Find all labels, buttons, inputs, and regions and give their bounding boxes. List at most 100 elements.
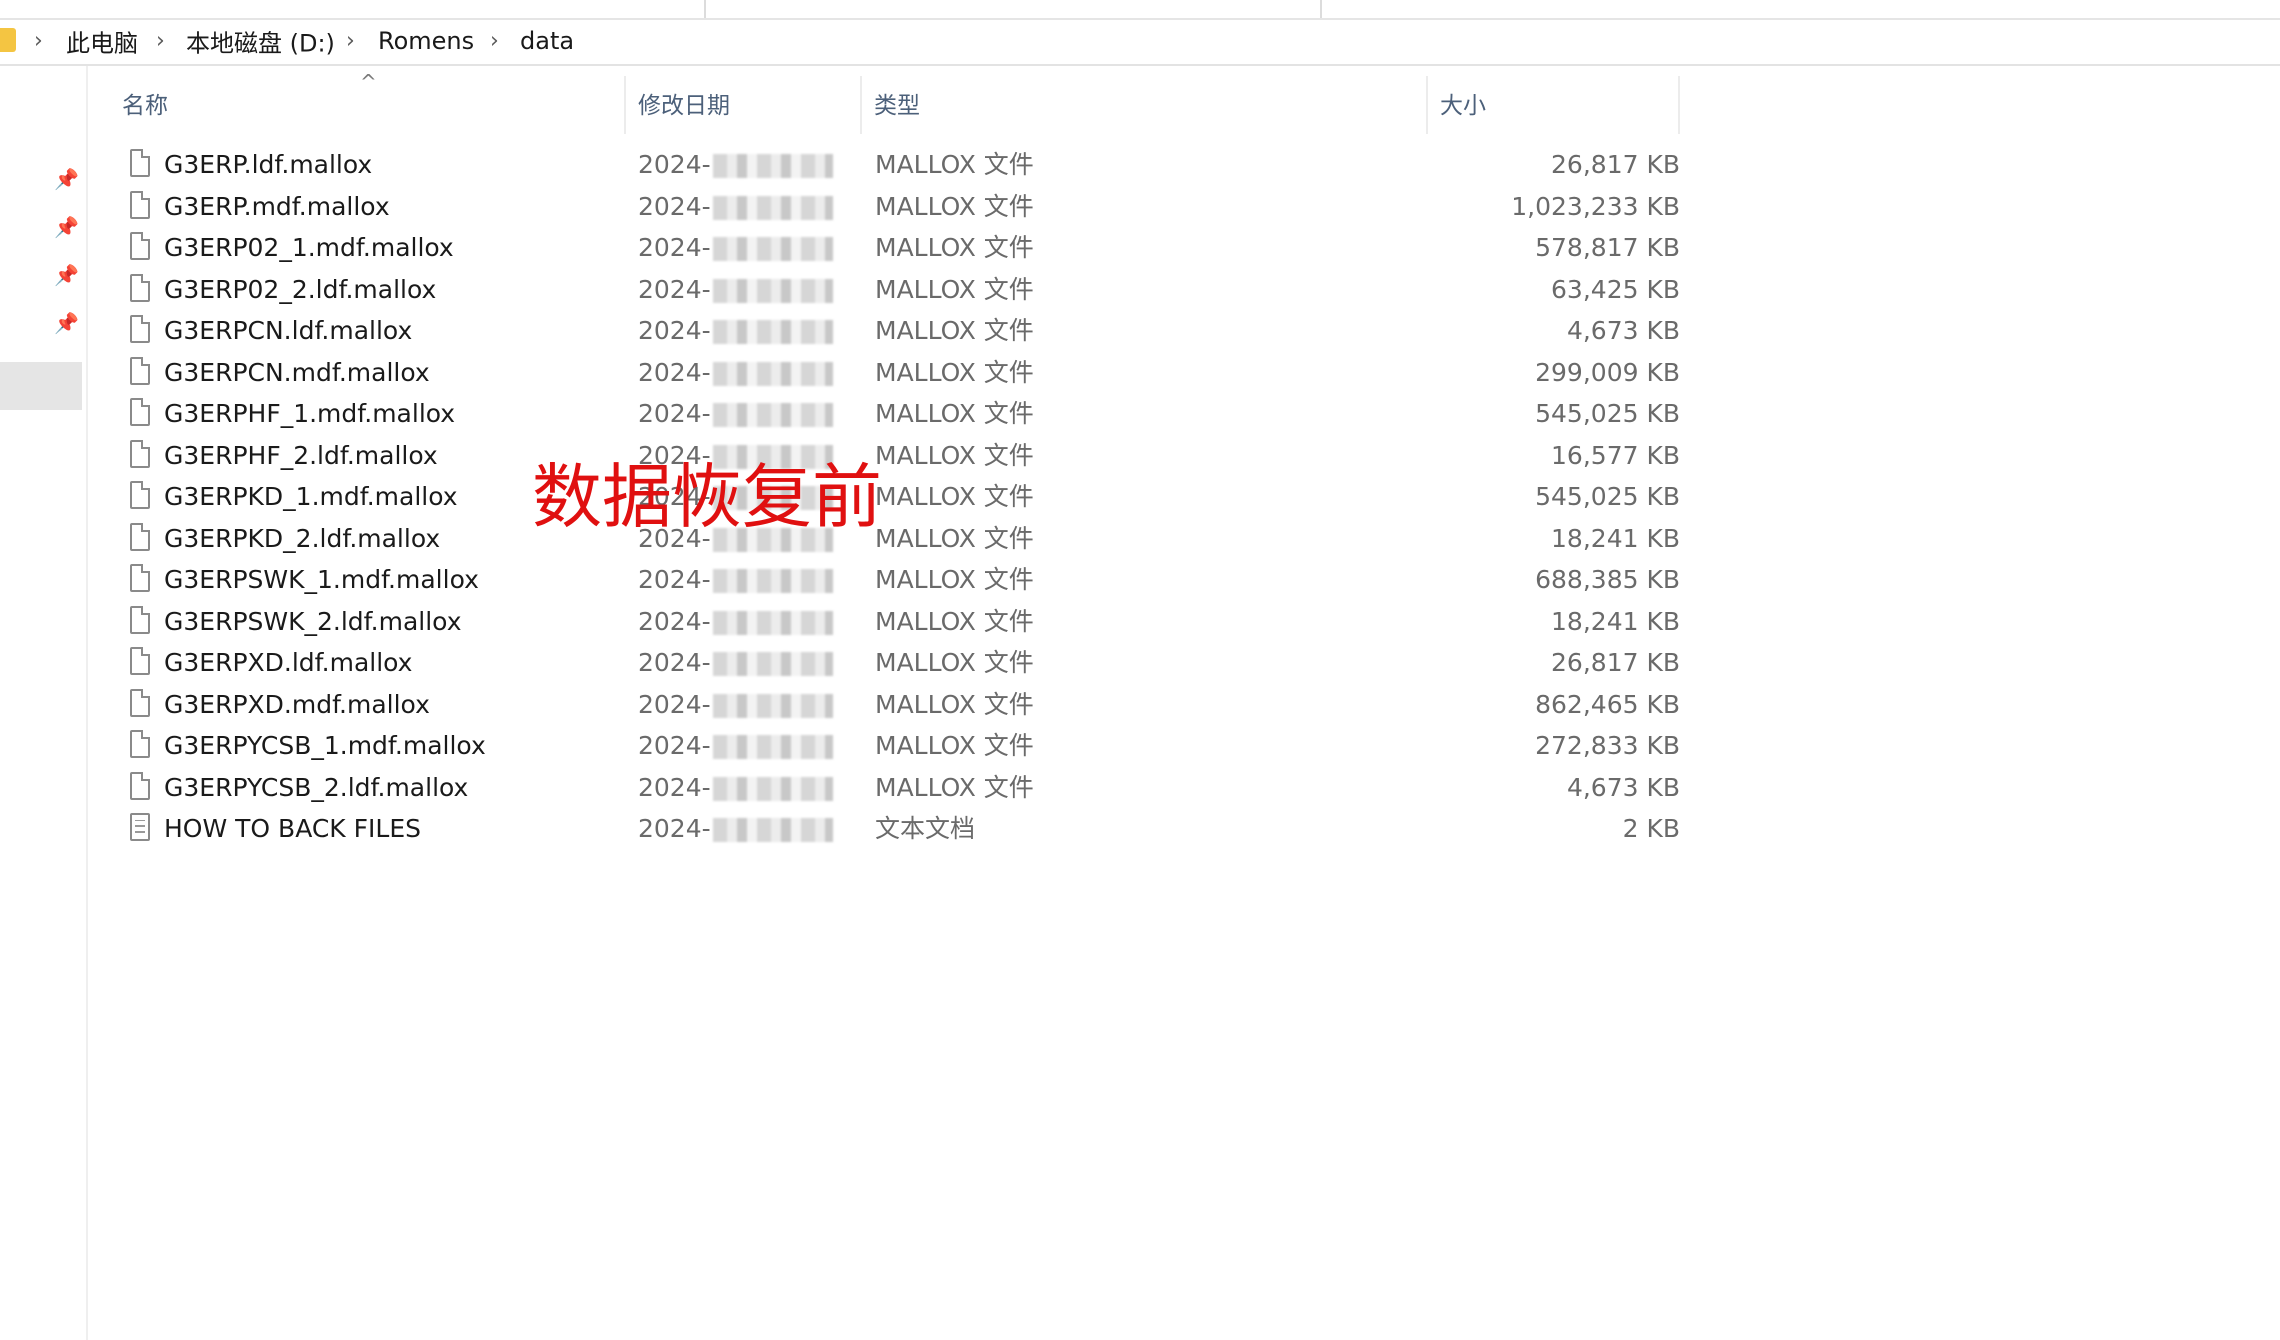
breadcrumb-romens[interactable]: Romens <box>378 27 474 55</box>
file-size: 578,817 KB <box>1535 233 1680 262</box>
address-bar[interactable] <box>0 18 2280 66</box>
file-row[interactable]: G3ERPCN.ldf.mallox 2024- MALLOX 文件 4,673 KB <box>120 310 1680 351</box>
file-row[interactable]: G3ERPYCSB_1.mdf.mallox 2024- MALLOX 文件 272,… <box>120 725 1680 766</box>
file-row[interactable]: G3ERPCN.mdf.mallox 2024- MALLOX 文件 299,009 … <box>120 352 1680 393</box>
file-name[interactable]: G3ERPSWK_2.ldf.mallox <box>164 601 462 642</box>
pin-icon[interactable]: 📌 <box>54 264 79 286</box>
file-row[interactable]: G3ERP02_1.mdf.mallox 2024- MALLOX 文件 578,81… <box>120 227 1680 268</box>
file-icon <box>130 232 150 260</box>
file-name[interactable]: G3ERPCN.mdf.mallox <box>164 352 430 393</box>
pin-icon[interactable]: 📌 <box>54 312 79 334</box>
file-name[interactable]: G3ERPKD_1.mdf.mallox <box>164 476 458 517</box>
column-header-name-label: 名称 <box>122 93 168 119</box>
file-name[interactable]: G3ERPCN.ldf.mallox <box>164 310 412 351</box>
file-name[interactable]: G3ERP02_2.ldf.mallox <box>164 269 436 310</box>
file-name[interactable]: G3ERPXD.mdf.mallox <box>164 684 430 725</box>
file-size: 299,009 KB <box>1535 357 1680 387</box>
file-name[interactable]: G3ERPSWK_1.mdf.mallox <box>164 559 479 600</box>
file-date-text: 2024- <box>638 274 711 304</box>
selected-nav-item[interactable] <box>0 362 82 410</box>
file-row[interactable]: G3ERPXD.ldf.mallox 2024- MALLOX 文件 26,817 K… <box>120 642 1680 683</box>
column-header-size[interactable]: 大小 <box>1440 72 1680 134</box>
file-name[interactable]: G3ERP02_1.mdf.mallox <box>164 227 454 268</box>
file-date-text: 2024- <box>638 150 711 179</box>
file-icon <box>130 688 150 717</box>
title-bar-divider <box>704 0 706 18</box>
file-row[interactable]: G3ERP02_2.ldf.mallox 2024- MALLOX 文件 63,425… <box>120 269 1680 310</box>
file-name[interactable]: HOW TO BACK FILES <box>164 808 421 849</box>
pin-icon[interactable]: 📌 <box>54 216 79 238</box>
file-icon <box>130 605 150 634</box>
file-date-text: 2024- <box>638 814 711 843</box>
file-name[interactable]: G3ERP.ldf.mallox <box>164 144 372 185</box>
file-type: MALLOX 文件 <box>875 440 1034 470</box>
file-row[interactable]: G3ERPXD.mdf.mallox 2024- MALLOX 文件 862,465 … <box>120 684 1680 725</box>
pin-icon[interactable]: 📌 <box>54 168 79 190</box>
column-header-name[interactable]: 名称 <box>122 72 622 134</box>
file-row[interactable]: G3ERPHF_2.ldf.mallox 2024- MALLOX 文件 16,577… <box>120 435 1680 476</box>
file-icon <box>130 149 150 177</box>
file-icon <box>130 315 150 343</box>
file-date: 2024- <box>638 393 833 434</box>
navigation-pane[interactable]: 📌 📌 📌 📌 <box>0 66 88 1340</box>
text-document-icon <box>130 813 150 841</box>
file-name[interactable]: G3ERPHF_1.mdf.mallox <box>164 393 455 434</box>
file-row[interactable]: G3ERPKD_2.ldf.mallox 2024- MALLOX 文件 18,241… <box>120 518 1680 559</box>
file-type: MALLOX 文件 <box>875 565 1034 594</box>
redacted-date-mosaic <box>712 403 833 427</box>
file-name[interactable]: G3ERPHF_2.ldf.mallox <box>164 435 438 476</box>
chevron-right-icon[interactable]: › <box>346 29 355 54</box>
file-name[interactable]: G3ERPYCSB_2.ldf.mallox <box>164 767 468 808</box>
breadcrumb-local-disk[interactable]: 本地磁盘 (D:) <box>186 24 335 59</box>
redacted-date-mosaic <box>712 278 833 303</box>
redacted-date-mosaic <box>712 320 833 344</box>
file-row[interactable]: G3ERPSWK_1.mdf.mallox 2024- MALLOX 文件 688,3… <box>120 559 1680 600</box>
chevron-right-icon[interactable]: › <box>156 29 165 54</box>
overlay-caption: 数据恢复前 <box>532 456 882 538</box>
file-icon <box>130 439 150 468</box>
file-row[interactable]: G3ERPHF_1.mdf.mallox 2024- MALLOX 文件 545,02… <box>120 393 1680 434</box>
file-row[interactable]: G3ERP.mdf.mallox 2024- MALLOX 文件 1,023,233 … <box>120 186 1680 227</box>
file-row[interactable]: G3ERP.ldf.mallox 2024- MALLOX 文件 26,817 KB <box>120 144 1680 185</box>
file-date: 2024- <box>638 725 833 766</box>
file-type: MALLOX 文件 <box>875 233 1034 262</box>
file-icon <box>130 481 150 509</box>
file-row[interactable]: G3ERPSWK_2.ldf.mallox 2024- MALLOX 文件 18,24… <box>120 601 1680 642</box>
file-icon <box>130 730 150 758</box>
file-size: 18,241 KB <box>1551 523 1680 553</box>
file-icon <box>130 398 150 426</box>
file-icon <box>130 356 150 385</box>
file-name[interactable]: G3ERP.mdf.mallox <box>164 186 390 227</box>
chevron-right-icon[interactable]: › <box>490 29 499 54</box>
file-name[interactable]: G3ERPYCSB_1.mdf.mallox <box>164 725 486 766</box>
column-header-type[interactable]: 类型 <box>874 72 1414 134</box>
file-size: 1,023,233 KB <box>1511 191 1680 221</box>
column-divider[interactable] <box>860 76 862 134</box>
file-date: 2024- <box>638 227 833 268</box>
file-name[interactable]: G3ERPKD_2.ldf.mallox <box>164 518 440 559</box>
chevron-right-icon[interactable]: › <box>34 29 43 54</box>
file-icon <box>130 647 150 675</box>
column-divider[interactable] <box>1678 76 1680 134</box>
file-date-text: 2024- <box>638 316 711 345</box>
redacted-date-mosaic <box>712 195 833 220</box>
file-size: 4,673 KB <box>1566 316 1680 345</box>
column-header-date-label: 修改日期 <box>638 93 730 119</box>
file-row[interactable]: HOW TO BACK FILES 2024- 文本文档 2 KB <box>120 808 1680 849</box>
file-date: 2024- <box>638 808 833 849</box>
breadcrumb-this-pc[interactable]: 此电脑 <box>66 24 138 59</box>
column-divider[interactable] <box>1426 76 1428 134</box>
breadcrumb-data[interactable]: data <box>520 27 574 55</box>
column-divider[interactable] <box>624 76 626 134</box>
file-row[interactable]: G3ERPKD_1.mdf.mallox 2024- MALLOX 文件 545,02… <box>120 476 1680 517</box>
file-icon <box>130 522 150 551</box>
file-size: 688,385 KB <box>1535 565 1680 594</box>
redacted-date-mosaic <box>712 652 833 676</box>
column-header-date[interactable]: 修改日期 <box>638 72 858 134</box>
title-bar-divider <box>1320 0 1322 18</box>
file-name[interactable]: G3ERPXD.ldf.mallox <box>164 642 412 683</box>
file-size: 545,025 KB <box>1535 399 1680 428</box>
title-bar-strip <box>0 0 2280 20</box>
file-size: 2 KB <box>1622 814 1680 843</box>
file-row[interactable]: G3ERPYCSB_2.ldf.mallox 2024- MALLOX 文件 4,67… <box>120 767 1680 808</box>
